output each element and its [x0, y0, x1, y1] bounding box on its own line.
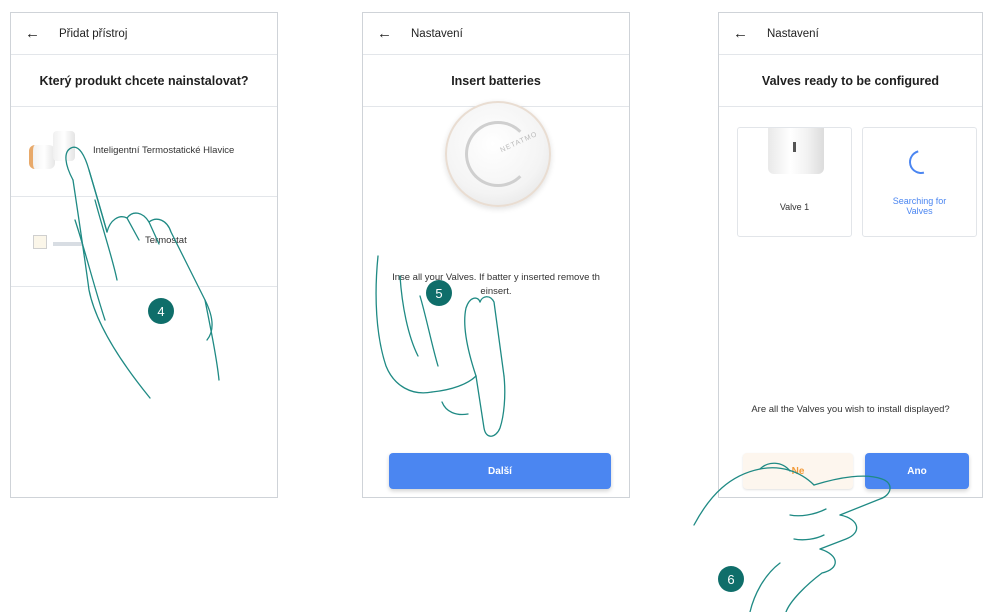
top-bar: ← Nastavení [363, 13, 629, 55]
arrow-left-icon[interactable]: ← [25, 25, 49, 42]
page-heading: Insert batteries [363, 55, 629, 107]
pointing-hand-icon [65, 146, 220, 399]
screen-title: Nastavení [411, 27, 463, 40]
valve-image [768, 128, 824, 174]
step-badge: 6 [718, 566, 744, 592]
top-bar: ← Přidat přístroj [11, 13, 277, 55]
screen-title: Přidat přístroj [59, 27, 128, 40]
confirm-question: Are all the Valves you wish to install d… [751, 404, 950, 415]
page-heading: Valves ready to be configured [719, 55, 982, 107]
valve-cards: Valve 1 Searching for Valves [737, 127, 977, 237]
screen-title: Nastavení [767, 27, 819, 40]
phone-screen-valves-ready: ← Nastavení Valves ready to be configure… [718, 12, 983, 498]
valve-card[interactable]: Valve 1 [737, 127, 852, 237]
spinner-icon [904, 145, 938, 179]
searching-label: Searching for Valves [892, 196, 947, 217]
pointing-hand-icon [375, 255, 506, 437]
arrow-left-icon[interactable]: ← [377, 25, 401, 42]
searching-card: Searching for Valves [862, 127, 977, 237]
step-badge: 4 [148, 298, 174, 324]
valve-dial-image: NETATMO [445, 101, 551, 207]
page-heading: Který produkt chcete nainstalovat? [11, 55, 277, 107]
top-bar: ← Nastavení [719, 13, 982, 55]
arrow-left-icon[interactable]: ← [733, 25, 757, 42]
valve-name: Valve 1 [779, 202, 810, 212]
step-badge: 5 [426, 280, 452, 306]
next-button[interactable]: Další [389, 453, 611, 489]
tutorial-canvas: ← Přidat přístroj Který produkt chcete n… [0, 0, 983, 612]
